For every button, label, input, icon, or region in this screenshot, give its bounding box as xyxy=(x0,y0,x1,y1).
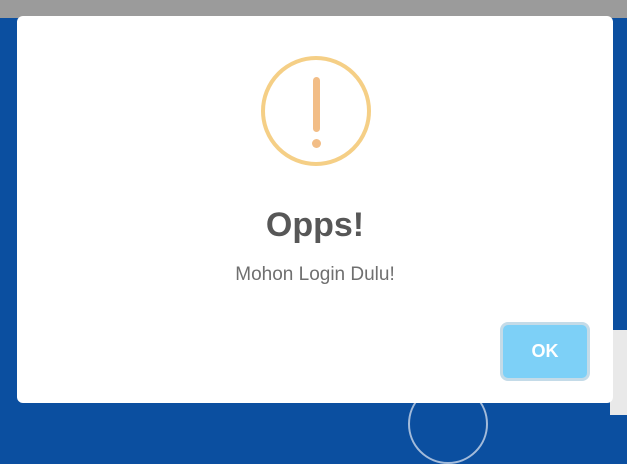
alert-dialog: Opps! Mohon Login Dulu! OK xyxy=(17,16,613,403)
exclamation-dot xyxy=(311,139,321,148)
dialog-message: Mohon Login Dulu! xyxy=(235,264,395,285)
dialog-title: Opps! xyxy=(265,206,365,244)
ok-button[interactable]: OK xyxy=(500,322,590,381)
exclamation-bar xyxy=(312,77,320,132)
ok-button-label: OK xyxy=(531,341,559,361)
warning-exclamation-icon xyxy=(261,56,371,166)
